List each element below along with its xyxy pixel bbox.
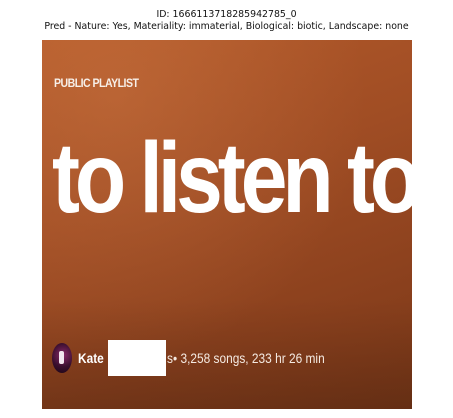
- screenshot-frame: ID: 1666113718285942785_0 Pred - Nature:…: [0, 0, 453, 418]
- playlist-meta-row: Kate s • 3,258 songs, 233 hr 26 min: [52, 340, 352, 376]
- playlist-stats: • 3,258 songs, 233 hr 26 min: [173, 350, 326, 366]
- owner-avatar-icon[interactable]: [52, 343, 72, 373]
- redaction-box: [108, 340, 167, 376]
- playlist-type-label: PUBLIC PLAYLIST: [54, 76, 139, 90]
- caption-prediction: Pred - Nature: Yes, Materiality: immater…: [44, 21, 409, 32]
- playlist-header-image: PUBLIC PLAYLIST to listen to Kate s • 3,…: [42, 40, 412, 409]
- playlist-title[interactable]: to listen to: [52, 128, 412, 228]
- caption-id: ID: 1666113718285942785_0: [156, 9, 297, 20]
- image-caption: ID: 1666113718285942785_0 Pred - Nature:…: [0, 9, 453, 33]
- owner-name[interactable]: Kate: [78, 350, 104, 366]
